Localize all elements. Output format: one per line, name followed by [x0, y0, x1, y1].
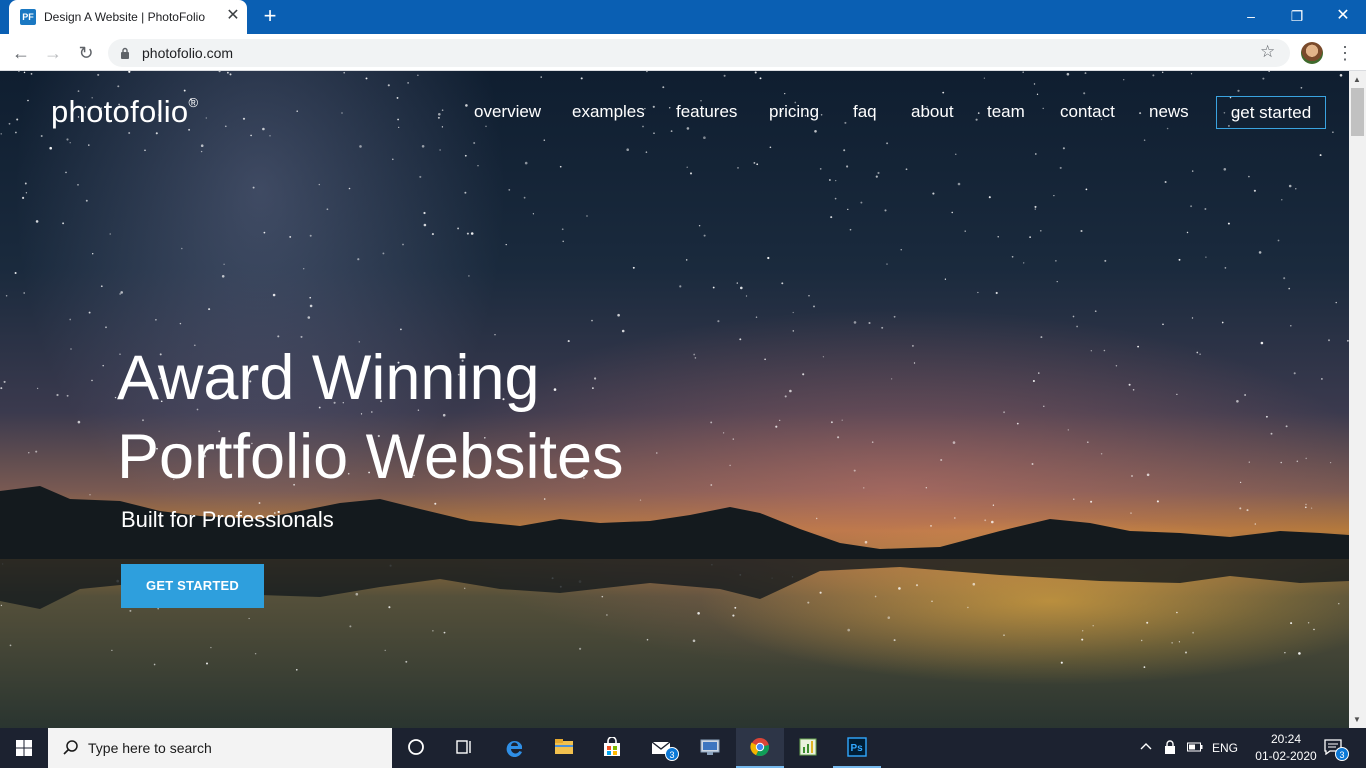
windows-logo-icon — [16, 740, 32, 756]
svg-text:Ps: Ps — [851, 743, 864, 754]
padlock-tray-icon — [1165, 740, 1175, 754]
get-started-nav-button[interactable]: get started — [1216, 96, 1326, 129]
window-restore-button[interactable]: ❐ — [1282, 4, 1312, 28]
tab-title: Design A Website | PhotoFolio — [44, 10, 205, 24]
browser-menu-icon[interactable]: ⋮ — [1335, 41, 1355, 65]
nav-link-overview[interactable]: overview — [474, 102, 541, 122]
url-text: photofolio.com — [142, 45, 234, 61]
mail-button[interactable]: 3 — [637, 728, 685, 768]
forward-arrow-icon[interactable]: → — [41, 41, 65, 65]
hero-title-line-1: Award Winning — [117, 343, 540, 413]
lock-icon — [121, 47, 129, 59]
chrome-browser-button[interactable] — [736, 728, 784, 768]
photoshop-button[interactable]: Ps — [833, 728, 881, 768]
search-icon — [63, 740, 78, 755]
browser-titlebar: PF Design A Website | PhotoFolio ✕ + – ❐… — [0, 0, 1366, 34]
page-scrollbar[interactable]: ▲ ▼ — [1349, 71, 1366, 728]
profile-avatar[interactable] — [1301, 42, 1323, 64]
microsoft-store-button[interactable] — [588, 728, 636, 768]
nav-link-about[interactable]: about — [911, 102, 954, 122]
nav-link-team[interactable]: team — [987, 102, 1025, 122]
store-bag-icon — [604, 737, 620, 756]
nav-link-features[interactable]: features — [676, 102, 737, 122]
excel-chart-app-button[interactable] — [784, 728, 832, 768]
clock-time[interactable]: 20:24 — [1263, 732, 1309, 746]
battery-icon — [1187, 742, 1203, 752]
nav-link-examples[interactable]: examples — [572, 102, 645, 122]
clock-date[interactable]: 01-02-2020 — [1249, 749, 1323, 763]
hero-subtitle: Built for Professionals — [121, 507, 334, 532]
mail-count-badge: 3 — [665, 747, 679, 761]
chrome-icon — [750, 738, 770, 757]
taskbar-search-box[interactable]: Type here to search — [48, 728, 392, 768]
remote-desktop-button[interactable] — [686, 728, 734, 768]
action-center-button[interactable]: 3 — [1316, 728, 1352, 768]
task-view-icon — [456, 740, 471, 754]
vpn-tray-button[interactable] — [1160, 728, 1180, 768]
nav-link-news[interactable]: news — [1149, 102, 1189, 122]
notification-count-badge: 3 — [1335, 747, 1349, 761]
nav-link-contact[interactable]: contact — [1060, 102, 1115, 122]
get-started-hero-button[interactable]: GET STARTED — [121, 564, 264, 608]
back-arrow-icon[interactable]: ← — [9, 41, 33, 65]
cortana-button[interactable] — [392, 728, 440, 768]
site-logo[interactable]: photofolio® — [51, 94, 198, 130]
window-minimize-button[interactable]: – — [1236, 4, 1266, 28]
new-tab-button[interactable]: + — [258, 5, 282, 29]
show-hidden-icons-button[interactable] — [1136, 728, 1156, 768]
edge-icon — [506, 741, 522, 757]
chart-doc-icon — [799, 738, 817, 756]
photoshop-icon: Ps — [847, 737, 867, 757]
task-view-button[interactable] — [440, 728, 488, 768]
scroll-down-arrow-icon[interactable]: ▼ — [1353, 715, 1361, 724]
tab-close-icon[interactable]: ✕ — [224, 7, 242, 25]
hero-section: photofolio® overview examples features p… — [0, 71, 1349, 728]
browser-tab[interactable]: PF Design A Website | PhotoFolio ✕ — [9, 0, 247, 34]
search-placeholder: Type here to search — [88, 740, 212, 756]
address-bar[interactable]: photofolio.com ☆ — [108, 39, 1290, 67]
nav-link-pricing[interactable]: pricing — [769, 102, 819, 122]
start-button[interactable] — [0, 728, 48, 768]
browser-toolbar: ← → ↻ photofolio.com ☆ ⋮ — [0, 34, 1366, 71]
monitor-icon — [700, 739, 720, 755]
input-language-indicator[interactable]: ENG — [1212, 741, 1238, 755]
battery-tray-button[interactable] — [1184, 728, 1206, 768]
cortana-circle-icon — [408, 739, 424, 755]
edge-browser-button[interactable] — [491, 728, 539, 768]
scroll-up-arrow-icon[interactable]: ▲ — [1353, 75, 1361, 84]
file-explorer-button[interactable] — [540, 728, 588, 768]
reload-icon[interactable]: ↻ — [74, 41, 98, 65]
scroll-thumb[interactable] — [1351, 88, 1364, 136]
registered-mark: ® — [188, 94, 199, 110]
folder-icon — [555, 739, 573, 754]
logo-text: photofolio — [51, 94, 189, 129]
photofolio-favicon-icon: PF — [20, 9, 36, 25]
hero-title-line-2: Portfolio Websites — [117, 422, 624, 492]
nav-link-faq[interactable]: faq — [853, 102, 877, 122]
window-close-button[interactable]: ✕ — [1328, 4, 1358, 28]
bookmark-star-icon[interactable]: ☆ — [1260, 42, 1275, 62]
windows-taskbar: Type here to search 3 Ps ENG 20:24 01-02… — [0, 728, 1366, 768]
chevron-up-icon — [1140, 743, 1152, 750]
hero-title: Award Winning Portfolio Websites — [117, 339, 624, 497]
